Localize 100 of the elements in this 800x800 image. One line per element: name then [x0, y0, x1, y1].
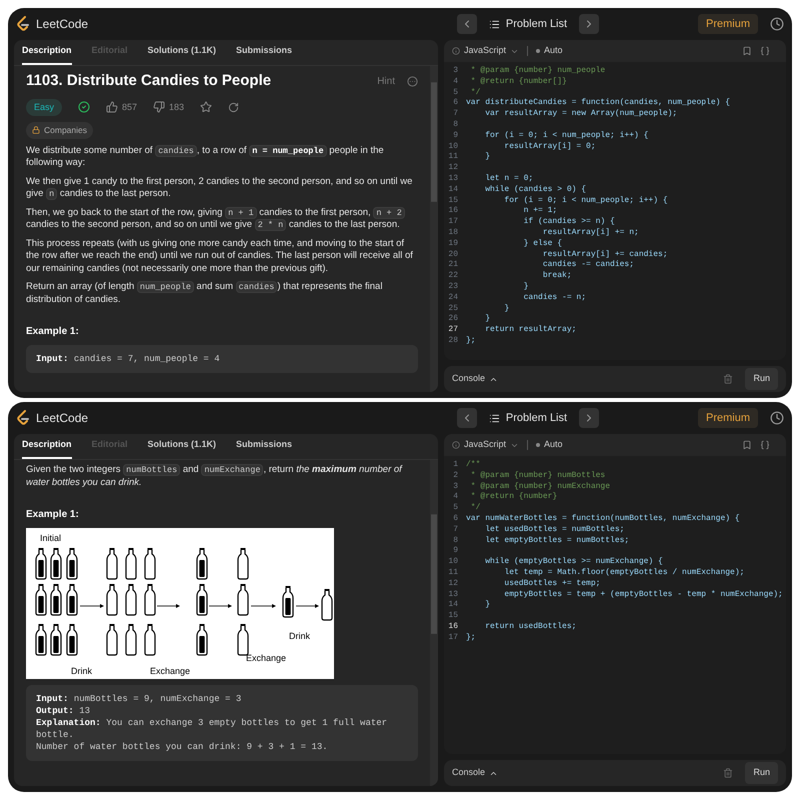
line-number: 10 [447, 557, 459, 568]
clock-icon[interactable] [770, 411, 784, 425]
code-line: candies -= candies; [542, 260, 634, 271]
braces-icon[interactable] [760, 46, 770, 56]
thumbs-down-icon[interactable] [153, 101, 166, 114]
scrollbar[interactable] [430, 66, 438, 392]
line-number: 1 [452, 460, 459, 471]
bookmark-icon[interactable] [742, 440, 752, 450]
line-number: 13 [447, 590, 459, 600]
braces-icon[interactable] [760, 440, 770, 450]
line-number: 5 [452, 503, 459, 514]
line-number: 5 [452, 88, 459, 98]
code-line: }; [466, 632, 476, 644]
line-number: 17 [447, 632, 459, 644]
next-button[interactable] [579, 14, 600, 34]
panel-tab[interactable]: Description [22, 44, 72, 65]
code-line: for (i = 0; i < num_people; i++) { [503, 196, 668, 206]
info-icon [452, 441, 460, 449]
problem-list-button[interactable]: Problem List [484, 16, 572, 32]
bookmark-icon[interactable] [742, 46, 752, 56]
panel-tab[interactable]: Description [22, 438, 72, 459]
ellipsis-circle-icon[interactable] [407, 76, 418, 87]
code-line: } [484, 600, 490, 612]
line-number: 16 [447, 206, 459, 218]
logo-icon [16, 410, 30, 426]
line-number: 9 [452, 546, 459, 558]
code-line: emptyBottles = temp + (emptyBottles - temp * numExchange); [503, 590, 783, 600]
line-number: 24 [447, 292, 459, 304]
run-button[interactable]: Run [745, 368, 778, 390]
premium-button[interactable]: Premium [698, 14, 758, 34]
star-icon[interactable] [200, 101, 212, 114]
example-line: Input: candies = 7, num_people = 4 [36, 353, 221, 366]
code-line: /** [466, 460, 480, 471]
line-number: 14 [447, 184, 459, 196]
next-button[interactable] [579, 408, 600, 428]
line-number: 23 [447, 282, 459, 293]
code-line: while (candies > 0) { [484, 184, 586, 196]
logo-icon [16, 16, 30, 32]
description-paragraph: We distribute some number of candies , to a row of n = num_people people in the following way: [26, 144, 385, 170]
lock-icon [32, 126, 40, 134]
diagram-label: Drink [289, 631, 310, 641]
description-paragraph: Return an array (of length num_people and sum candies ) that represents the final distribution of candies. [26, 281, 384, 306]
code-line: var numWaterBottles = function(numBottles, numExchange) { [466, 514, 740, 525]
share-icon[interactable] [228, 102, 240, 113]
code-line: }; [466, 336, 476, 347]
logo-text[interactable]: LeetCode [36, 15, 88, 33]
description-paragraph: Then, we go back to the start of the row, giving n + 1 candies to the first person, n + 2 candies to the second person, and so on until we give 2 * n candies to the last person. [26, 206, 418, 232]
code-line: let emptyBottles = numBottles; [484, 536, 630, 546]
clock-icon[interactable] [770, 17, 784, 31]
previous-button[interactable] [456, 14, 477, 34]
code-line: resultArray[i] += n; [542, 228, 639, 239]
line-number: 6 [452, 98, 459, 110]
code-line: n += 1; [522, 206, 558, 217]
auto-toggle[interactable]: Auto [536, 438, 563, 452]
code-line: resultArray[i] = 0; [503, 142, 596, 152]
diagram-label: Initial [40, 533, 62, 543]
code-line: var resultArray = new Array(num_people); [484, 109, 678, 120]
console-toggle[interactable]: Console [452, 766, 498, 780]
code-line: for (i = 0; i < num_people; i++) { [484, 130, 648, 142]
trash-icon[interactable] [723, 374, 734, 384]
code-line: let n = 0; [484, 174, 534, 185]
line-number: 25 [447, 304, 459, 314]
line-number: 3 [452, 66, 459, 77]
line-number: 12 [447, 163, 459, 174]
thumbs-up-icon[interactable] [106, 101, 118, 114]
description-paragraph: We then give 1 candy to the first person, 2 candies to the second person, and so on until we give n candies to the last person. [26, 176, 414, 201]
line-number: 14 [447, 600, 459, 612]
auto-toggle[interactable]: Auto [536, 44, 563, 58]
line-number: 27 [447, 325, 459, 336]
line-number: 6 [452, 514, 459, 525]
console-toggle[interactable]: Console [452, 372, 498, 386]
panel-tab[interactable]: Submissions [236, 438, 292, 459]
line-number: 16 [447, 622, 459, 633]
premium-button[interactable]: Premium [698, 408, 758, 428]
line-number: 4 [452, 76, 459, 88]
line-number: 7 [452, 109, 459, 120]
panel-tab[interactable]: Solutions (1.1K) [148, 44, 216, 65]
example-line: Input: numBottles = 9, numExchange = 3 [36, 693, 242, 705]
line-number: 21 [447, 260, 459, 272]
code-line: } [503, 304, 510, 314]
language-select[interactable]: JavaScript [452, 438, 520, 452]
problem-list-button[interactable]: Problem List [484, 410, 572, 426]
code-line: * @param {number} num_people [470, 66, 606, 77]
code-line: } else { [522, 238, 562, 250]
line-number: 11 [447, 568, 459, 579]
problem-title: 1103. Distribute Candies to People [26, 71, 272, 91]
code-line: } [522, 282, 528, 293]
likes-count: 857 [122, 100, 138, 114]
companies-tag[interactable]: Companies [26, 122, 93, 139]
previous-button[interactable] [456, 408, 477, 428]
panel-tab[interactable]: Solutions (1.1K) [148, 438, 216, 459]
line-number: 8 [452, 120, 459, 131]
trash-icon[interactable] [723, 768, 734, 778]
language-select[interactable]: JavaScript [452, 44, 520, 58]
run-button[interactable]: Run [745, 762, 778, 784]
logo-text[interactable]: LeetCode [36, 409, 88, 427]
code-line: * @param {number} numExchange [470, 482, 610, 492]
panel-tab[interactable]: Submissions [236, 44, 292, 65]
scrollbar[interactable] [430, 460, 438, 786]
line-number: 8 [452, 536, 459, 546]
